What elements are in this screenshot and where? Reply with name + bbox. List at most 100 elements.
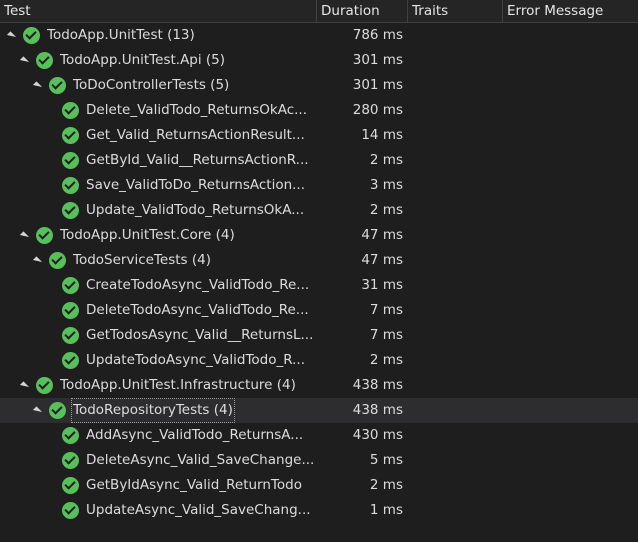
test-name: Get_Valid_ReturnsActionResult... xyxy=(86,127,305,143)
test-name-cell: UpdateAsync_Valid_SaveChang... xyxy=(0,498,317,523)
passed-check-icon xyxy=(62,302,79,319)
expanded-triangle-icon[interactable] xyxy=(19,381,30,391)
expanded-triangle-icon[interactable] xyxy=(32,406,43,416)
test-duration: 7 ms xyxy=(369,302,403,318)
expanded-triangle-icon[interactable] xyxy=(6,31,17,41)
column-header-traits[interactable]: Traits xyxy=(408,0,503,22)
test-name: TodoApp.UnitTest.Infrastructure (4) xyxy=(60,377,296,393)
test-row[interactable]: DeleteAsync_Valid_SaveChange... 5 ms xyxy=(0,448,638,473)
test-name: UpdateAsync_Valid_SaveChang... xyxy=(86,502,311,518)
passed-check-icon xyxy=(49,402,66,419)
test-name: Save_ValidToDo_ReturnsAction... xyxy=(86,177,306,193)
test-name: TodoApp.UnitTest.Api (5) xyxy=(60,52,226,68)
test-group-row[interactable]: ToDoControllerTests (5) 301 ms xyxy=(0,73,638,98)
passed-check-icon xyxy=(62,352,79,369)
passed-check-icon xyxy=(62,127,79,144)
test-name: TodoApp.UnitTest (13) xyxy=(47,27,195,43)
test-name: DeleteTodoAsync_ValidTodo_Re... xyxy=(86,302,309,318)
test-row[interactable]: CreateTodoAsync_ValidTodo_Re... 31 ms xyxy=(0,273,638,298)
test-row[interactable]: Delete_ValidTodo_ReturnsOkAc... 280 ms xyxy=(0,98,638,123)
test-duration: 47 ms xyxy=(361,252,403,268)
test-name: GetById_Valid__ReturnsActionR... xyxy=(86,152,309,168)
test-row[interactable]: GetById_Valid__ReturnsActionR... 2 ms xyxy=(0,148,638,173)
passed-check-icon xyxy=(62,477,79,494)
column-header-test[interactable]: Test xyxy=(0,0,317,22)
passed-check-icon xyxy=(62,327,79,344)
test-duration: 7 ms xyxy=(369,327,403,343)
test-name: DeleteAsync_Valid_SaveChange... xyxy=(86,452,315,468)
expanded-triangle-icon[interactable] xyxy=(19,231,30,241)
test-row[interactable]: Update_ValidTodo_ReturnsOkA... 2 ms xyxy=(0,198,638,223)
test-name: ToDoControllerTests (5) xyxy=(73,77,230,93)
passed-check-icon xyxy=(62,152,79,169)
test-row[interactable]: Get_Valid_ReturnsActionResult... 14 ms xyxy=(0,123,638,148)
test-group-row[interactable]: TodoApp.UnitTest.Core (4) 47 ms xyxy=(0,223,638,248)
test-name: TodoApp.UnitTest.Core (4) xyxy=(60,227,235,243)
test-name: GetByIdAsync_Valid_ReturnTodo xyxy=(86,477,302,493)
test-name-cell: Delete_ValidTodo_ReturnsOkAc... xyxy=(0,98,317,123)
test-duration: 438 ms xyxy=(352,402,403,418)
test-name-cell: Save_ValidToDo_ReturnsAction... xyxy=(0,173,317,198)
expanded-triangle-icon[interactable] xyxy=(19,56,30,66)
test-row[interactable]: UpdateAsync_Valid_SaveChang... 1 ms xyxy=(0,498,638,523)
test-name-cell: GetTodosAsync_Valid__ReturnsL... xyxy=(0,323,317,348)
test-name-cell: GetById_Valid__ReturnsActionR... xyxy=(0,148,317,173)
test-group-row[interactable]: TodoApp.UnitTest.Infrastructure (4) 438 m… xyxy=(0,373,638,398)
test-duration: 3 ms xyxy=(369,177,403,193)
passed-check-icon xyxy=(62,277,79,294)
column-header-error-message[interactable]: Error Message xyxy=(503,0,638,22)
passed-check-icon xyxy=(49,77,66,94)
test-row[interactable]: DeleteTodoAsync_ValidTodo_Re... 7 ms xyxy=(0,298,638,323)
test-row[interactable]: GetByIdAsync_Valid_ReturnTodo 2 ms xyxy=(0,473,638,498)
passed-check-icon xyxy=(36,227,53,244)
test-duration: 301 ms xyxy=(352,52,403,68)
test-duration: 2 ms xyxy=(369,477,403,493)
passed-check-icon xyxy=(49,252,66,269)
test-duration: 280 ms xyxy=(352,102,403,118)
test-name-cell: TodoApp.UnitTest.Api (5) xyxy=(0,48,317,73)
test-duration: 430 ms xyxy=(352,427,403,443)
passed-check-icon xyxy=(62,452,79,469)
test-duration: 47 ms xyxy=(361,227,403,243)
test-name-cell: DeleteAsync_Valid_SaveChange... xyxy=(0,448,317,473)
test-group-row[interactable]: TodoServiceTests (4) 47 ms xyxy=(0,248,638,273)
passed-check-icon xyxy=(62,202,79,219)
test-row[interactable]: UpdateTodoAsync_ValidTodo_R... 2 ms xyxy=(0,348,638,373)
test-group-row[interactable]: TodoRepositoryTests (4) 438 ms xyxy=(0,398,638,423)
test-name-cell: GetByIdAsync_Valid_ReturnTodo xyxy=(0,473,317,498)
test-name: CreateTodoAsync_ValidTodo_Re... xyxy=(86,277,310,293)
column-header-row: Test Duration Traits Error Message xyxy=(0,0,638,23)
test-duration: 5 ms xyxy=(369,452,403,468)
test-row[interactable]: Save_ValidToDo_ReturnsAction... 3 ms xyxy=(0,173,638,198)
test-name: Update_ValidTodo_ReturnsOkA... xyxy=(86,202,305,218)
test-duration: 301 ms xyxy=(352,77,403,93)
test-duration: 2 ms xyxy=(369,202,403,218)
test-duration: 14 ms xyxy=(361,127,403,143)
passed-check-icon xyxy=(36,377,53,394)
test-name-cell: TodoServiceTests (4) xyxy=(0,248,317,273)
passed-check-icon xyxy=(36,52,53,69)
test-row[interactable]: GetTodosAsync_Valid__ReturnsL... 7 ms xyxy=(0,323,638,348)
passed-check-icon xyxy=(62,102,79,119)
test-name-cell: TodoRepositoryTests (4) xyxy=(0,398,317,423)
test-group-row[interactable]: TodoApp.UnitTest (13) 786 ms xyxy=(0,23,638,48)
column-header-duration[interactable]: Duration xyxy=(317,0,408,22)
expanded-triangle-icon[interactable] xyxy=(32,256,43,266)
test-name: GetTodosAsync_Valid__ReturnsL... xyxy=(86,327,314,343)
test-name-cell: Update_ValidTodo_ReturnsOkA... xyxy=(0,198,317,223)
test-name: Delete_ValidTodo_ReturnsOkAc... xyxy=(86,102,307,118)
test-duration: 2 ms xyxy=(369,152,403,168)
test-group-row[interactable]: TodoApp.UnitTest.Api (5) 301 ms xyxy=(0,48,638,73)
expanded-triangle-icon[interactable] xyxy=(32,81,43,91)
passed-check-icon xyxy=(23,27,40,44)
test-duration: 2 ms xyxy=(369,352,403,368)
test-name: TodoServiceTests (4) xyxy=(73,252,211,268)
test-row[interactable]: AddAsync_ValidTodo_ReturnsA... 430 ms xyxy=(0,423,638,448)
test-name: TodoRepositoryTests (4) xyxy=(71,398,235,423)
test-duration: 438 ms xyxy=(352,377,403,393)
passed-check-icon xyxy=(62,502,79,519)
test-duration: 1 ms xyxy=(369,502,403,518)
test-name: AddAsync_ValidTodo_ReturnsA... xyxy=(86,427,304,443)
test-name-cell: TodoApp.UnitTest.Infrastructure (4) xyxy=(0,373,317,398)
passed-check-icon xyxy=(62,177,79,194)
